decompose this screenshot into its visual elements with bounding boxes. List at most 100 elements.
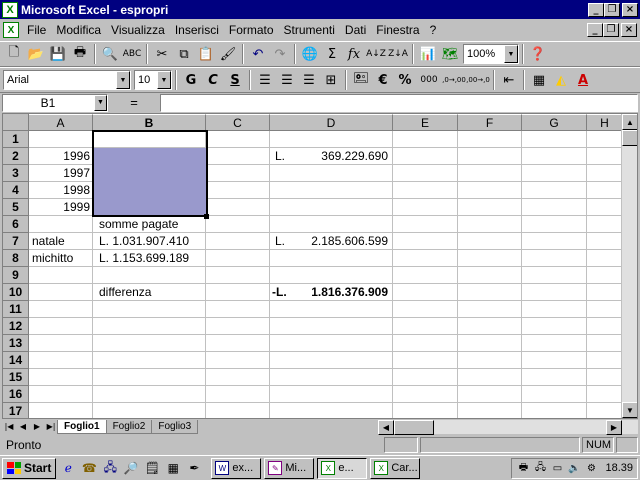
paste-icon[interactable]: 📋 <box>195 43 217 65</box>
new-icon[interactable]: 🗋 <box>3 43 25 65</box>
close-button[interactable]: × <box>622 2 638 17</box>
media-icon[interactable]: ▦ <box>164 459 182 477</box>
cell-b8[interactable]: L. 1.153.699.189 <box>97 250 205 267</box>
cell-a7[interactable]: natale <box>30 233 92 250</box>
cell-d10[interactable]: 1.816.376.909 <box>293 284 390 301</box>
cell-b10[interactable]: differenza <box>97 284 205 301</box>
column-header-c[interactable]: C <box>206 114 270 131</box>
menu-file[interactable]: File <box>22 23 51 37</box>
cell-a5[interactable]: 1999 <box>29 199 92 216</box>
autosum-icon[interactable]: Σ <box>321 43 343 65</box>
align-center-icon[interactable]: ☰ <box>276 69 298 91</box>
align-right-icon[interactable]: ☰ <box>298 69 320 91</box>
doc-restore-button[interactable]: ❐ <box>603 23 619 37</box>
map-icon[interactable]: 🗺 <box>439 43 461 65</box>
cell-a8[interactable]: michitto <box>30 250 92 267</box>
sort-ascending-icon[interactable]: A↓Z <box>365 43 387 65</box>
notepad-icon[interactable]: 🗒 <box>143 459 161 477</box>
formula-input[interactable] <box>160 93 638 112</box>
open-icon[interactable]: 📂 <box>25 43 47 65</box>
cut-icon[interactable]: ✂ <box>151 43 173 65</box>
worksheet-grid[interactable]: A B C D E F G H 1 2 3 4 5 6 7 8 9 10 11 … <box>2 113 638 419</box>
column-header-h[interactable]: H <box>587 114 623 131</box>
sheet-tab-foglio2[interactable]: Foglio2 <box>105 419 153 434</box>
spelling-icon[interactable]: ABC <box>121 43 143 65</box>
cell-d2[interactable]: 369.229.690 <box>293 148 390 165</box>
row-header-1[interactable]: 1 <box>3 131 29 148</box>
function-icon[interactable]: fx <box>343 43 365 65</box>
chevron-down-icon[interactable]: ▼ <box>157 71 171 89</box>
first-sheet-icon[interactable]: |◀ <box>2 420 16 434</box>
row-header-13[interactable]: 13 <box>3 335 29 352</box>
italic-button[interactable]: C <box>202 69 224 91</box>
row-header-11[interactable]: 11 <box>3 301 29 318</box>
horizontal-scrollbar[interactable]: ◀ ▶ <box>378 419 638 435</box>
taskbar-button-word[interactable]: W ex... <box>211 457 262 479</box>
chevron-down-icon[interactable]: ▼ <box>116 71 130 89</box>
find-icon[interactable]: 🔎 <box>122 459 140 477</box>
select-all-corner[interactable] <box>3 114 29 131</box>
menu-finestra[interactable]: Finestra <box>371 23 424 37</box>
start-button[interactable]: Start <box>2 457 57 479</box>
doc-close-button[interactable]: × <box>621 23 637 37</box>
menu-modifica[interactable]: Modifica <box>51 23 106 37</box>
menu-strumenti[interactable]: Strumenti <box>279 23 340 37</box>
cell-a3[interactable]: 1997 <box>29 165 92 182</box>
print-preview-icon[interactable]: 🔍 <box>99 43 121 65</box>
column-header-b[interactable]: B <box>93 114 206 131</box>
row-header-7[interactable]: 7 <box>3 233 29 250</box>
sheet-tab-foglio3[interactable]: Foglio3 <box>151 419 199 434</box>
last-sheet-icon[interactable]: ▶| <box>44 420 58 434</box>
row-header-10[interactable]: 10 <box>3 284 29 301</box>
vertical-scroll-thumb[interactable] <box>622 130 637 146</box>
euro-currency-icon[interactable]: 🖭 <box>350 69 372 91</box>
menu-help[interactable]: ? <box>425 23 442 37</box>
help-icon[interactable]: ❓ <box>527 43 549 65</box>
pen-icon[interactable]: ✒ <box>185 459 203 477</box>
align-left-icon[interactable]: ☰ <box>254 69 276 91</box>
decrease-decimals-button[interactable]: ,00→,0 <box>466 69 490 91</box>
network-icon[interactable]: 🖧 <box>101 459 119 477</box>
row-header-16[interactable]: 16 <box>3 386 29 403</box>
cell-b6[interactable]: somme pagate <box>97 216 217 233</box>
fill-color-icon[interactable]: ◭ <box>550 69 572 91</box>
percent-button[interactable]: % <box>394 69 416 91</box>
vertical-scrollbar[interactable]: ▲ ▼ <box>621 114 637 418</box>
hyperlink-icon[interactable]: 🌐 <box>299 43 321 65</box>
outlook-icon[interactable]: ☎ <box>80 459 98 477</box>
column-header-g[interactable]: G <box>522 114 587 131</box>
font-select[interactable]: Arial ▼ <box>3 70 131 90</box>
taskbar-button-excel-2[interactable]: X Car... <box>370 457 421 479</box>
print-icon[interactable]: 🖶 <box>69 43 91 65</box>
chevron-down-icon[interactable]: ▼ <box>94 94 107 111</box>
column-header-d[interactable]: D <box>270 114 393 131</box>
copy-icon[interactable]: ⧉ <box>173 43 195 65</box>
undo-icon[interactable]: ↶ <box>247 43 269 65</box>
row-header-4[interactable]: 4 <box>3 182 29 199</box>
next-sheet-icon[interactable]: ▶ <box>30 420 44 434</box>
euro-button[interactable]: € <box>372 69 394 91</box>
internet-explorer-icon[interactable]: ℯ <box>59 459 77 477</box>
menu-formato[interactable]: Formato <box>224 23 279 37</box>
row-header-6[interactable]: 6 <box>3 216 29 233</box>
doc-minimize-button[interactable]: _ <box>587 23 603 37</box>
cell-b7[interactable]: L. 1.031.907.410 <box>97 233 205 250</box>
taskbar-button-excel[interactable]: X e... <box>317 457 368 479</box>
menu-inserisci[interactable]: Inserisci <box>170 23 224 37</box>
sort-descending-icon[interactable]: Z↓A <box>387 43 409 65</box>
zoom-select[interactable]: 100% ▼ <box>463 44 519 64</box>
row-header-3[interactable]: 3 <box>3 165 29 182</box>
row-header-14[interactable]: 14 <box>3 352 29 369</box>
sheet-tab-foglio1[interactable]: Foglio1 <box>57 419 107 434</box>
format-painter-icon[interactable]: 🖌 <box>217 43 239 65</box>
horizontal-scroll-thumb[interactable] <box>394 420 434 435</box>
minimize-button[interactable]: _ <box>588 2 604 17</box>
bold-button[interactable]: G <box>180 69 202 91</box>
row-header-5[interactable]: 5 <box>3 199 29 216</box>
font-color-icon[interactable]: A <box>572 69 594 91</box>
restore-button[interactable]: ❐ <box>604 2 620 17</box>
chevron-down-icon[interactable]: ▼ <box>504 45 518 63</box>
scroll-down-icon[interactable]: ▼ <box>622 402 637 418</box>
menu-visualizza[interactable]: Visualizza <box>106 23 170 37</box>
merge-center-icon[interactable]: ⊞ <box>320 69 342 91</box>
